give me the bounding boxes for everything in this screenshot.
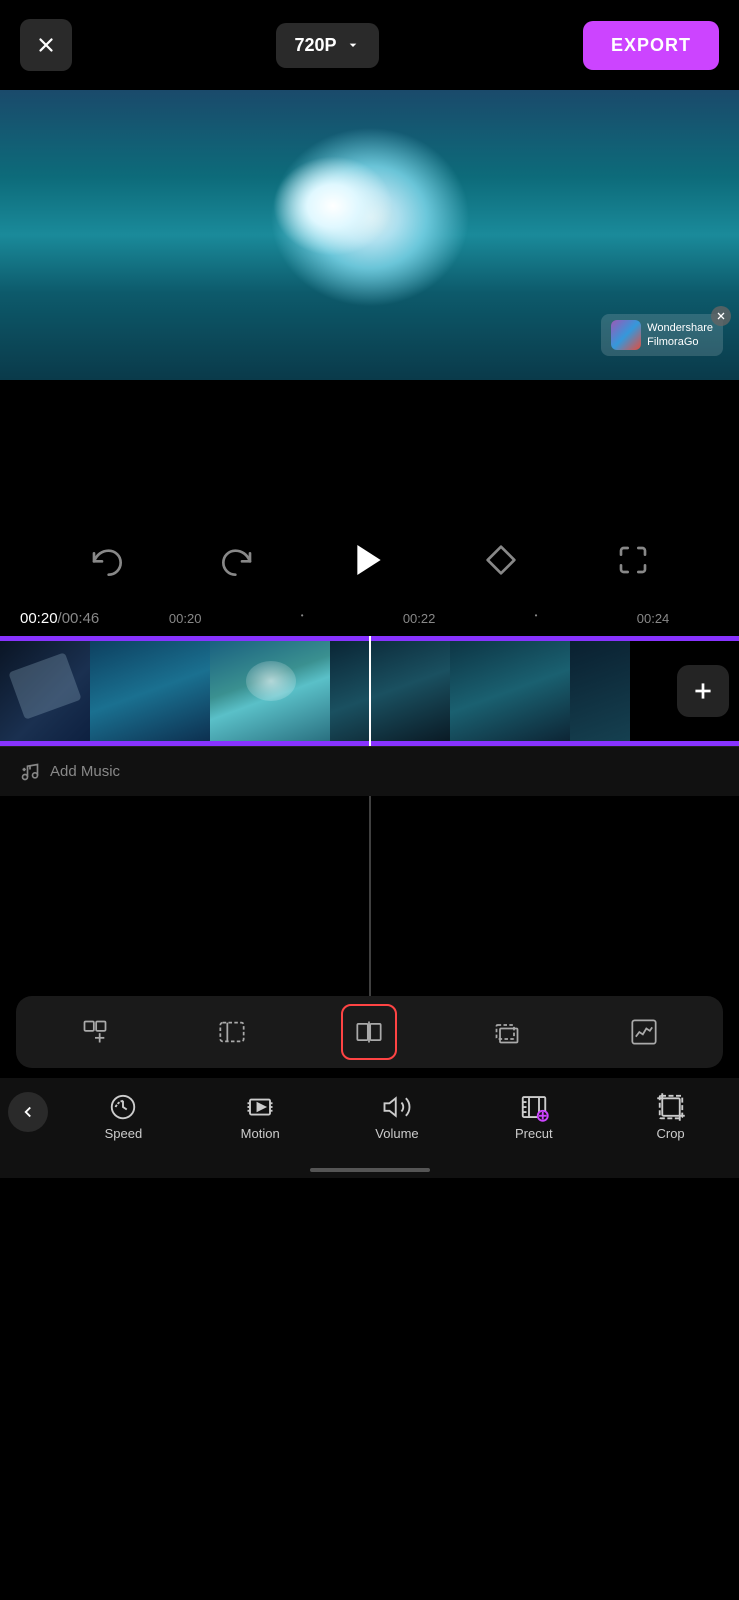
edit-tool-trim[interactable] bbox=[204, 1004, 260, 1060]
add-music-bar[interactable]: Add Music bbox=[0, 746, 739, 796]
quality-label: 720P bbox=[294, 35, 336, 56]
nav-item-volume[interactable]: Volume bbox=[329, 1092, 466, 1141]
watermark: WondershareFilmoraGo bbox=[601, 314, 723, 356]
bottom-nav: Speed Motion Volume bbox=[0, 1078, 739, 1178]
close-button[interactable] bbox=[20, 19, 72, 71]
time-marker-3: 00:24 bbox=[637, 611, 670, 626]
thumbnail-4 bbox=[330, 641, 450, 741]
export-button[interactable]: EXPORT bbox=[583, 21, 719, 70]
add-clip-button[interactable] bbox=[677, 665, 729, 717]
watermark-logo bbox=[611, 320, 641, 350]
edit-toolbar bbox=[16, 996, 723, 1068]
keyframe-button[interactable] bbox=[476, 535, 526, 585]
export-label: EXPORT bbox=[611, 35, 691, 55]
watermark-close-button[interactable] bbox=[711, 306, 731, 326]
middle-spacer bbox=[0, 380, 739, 520]
content-area bbox=[0, 796, 739, 996]
playback-controls bbox=[0, 520, 739, 600]
watermark-text: WondershareFilmoraGo bbox=[647, 321, 713, 350]
time-markers: 00:20 • 00:22 • 00:24 bbox=[99, 611, 719, 626]
play-button[interactable] bbox=[344, 535, 394, 585]
nav-label-speed: Speed bbox=[105, 1126, 143, 1141]
timeline-section: 00:20/00:46 00:20 • 00:22 • 00:24 bbox=[0, 600, 739, 796]
video-preview: WondershareFilmoraGo bbox=[0, 90, 739, 380]
edit-tool-resize[interactable] bbox=[479, 1004, 535, 1060]
edit-tool-add[interactable] bbox=[67, 1004, 123, 1060]
time-marker-1: 00:20 bbox=[169, 611, 202, 626]
video-strip[interactable] bbox=[0, 636, 739, 746]
timeline-time-row: 00:20/00:46 00:20 • 00:22 • 00:24 bbox=[0, 600, 739, 636]
edit-tool-split[interactable] bbox=[341, 1004, 397, 1060]
back-button[interactable] bbox=[8, 1092, 48, 1132]
nav-label-volume: Volume bbox=[375, 1126, 418, 1141]
nav-label-motion: Motion bbox=[241, 1126, 280, 1141]
current-time: 00:20/00:46 bbox=[20, 610, 99, 627]
thumbnail-3 bbox=[210, 641, 330, 741]
playhead bbox=[369, 636, 371, 746]
nav-items: Speed Motion Volume bbox=[0, 1092, 739, 1141]
thumbnail-5 bbox=[450, 641, 570, 741]
time-marker-2: 00:22 bbox=[403, 611, 436, 626]
thumbnail-2 bbox=[90, 641, 210, 741]
nav-label-crop: Crop bbox=[656, 1126, 684, 1141]
nav-item-precut[interactable]: Precut bbox=[465, 1092, 602, 1141]
playhead-line-extended bbox=[369, 796, 371, 996]
undo-button[interactable] bbox=[81, 535, 131, 585]
thumbnail-1 bbox=[0, 641, 90, 741]
thumbnail-6 bbox=[570, 641, 630, 741]
edit-tool-adjust[interactable] bbox=[616, 1004, 672, 1060]
nav-item-crop[interactable]: Crop bbox=[602, 1092, 739, 1141]
add-music-label: Add Music bbox=[50, 763, 120, 780]
quality-selector[interactable]: 720P bbox=[276, 23, 378, 68]
nav-item-motion[interactable]: Motion bbox=[192, 1092, 329, 1141]
top-bar: 720P EXPORT bbox=[0, 0, 739, 90]
redo-button[interactable] bbox=[213, 535, 263, 585]
splash-glow bbox=[273, 156, 393, 256]
nav-item-speed[interactable]: Speed bbox=[55, 1092, 192, 1141]
home-indicator bbox=[310, 1168, 430, 1172]
nav-label-precut: Precut bbox=[515, 1126, 553, 1141]
fullscreen-button[interactable] bbox=[608, 535, 658, 585]
